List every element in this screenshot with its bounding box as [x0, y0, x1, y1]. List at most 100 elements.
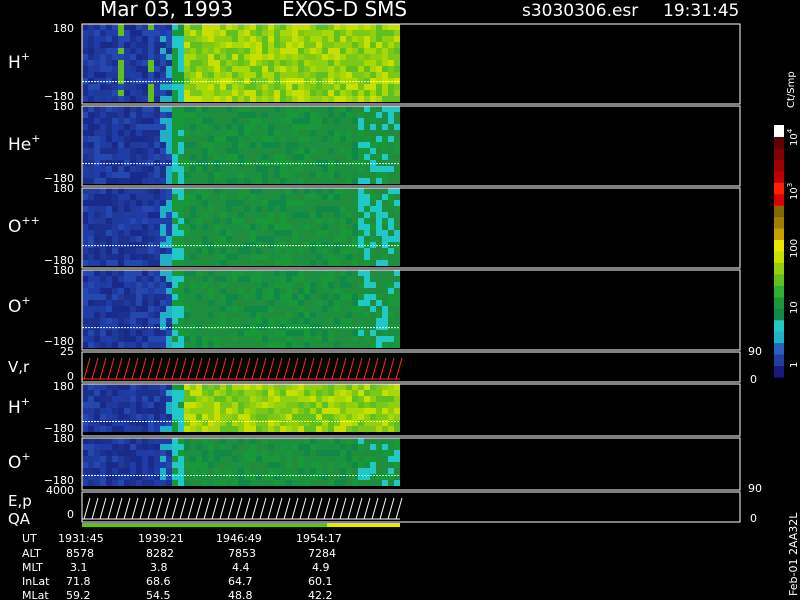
heatmap-cell — [124, 154, 130, 160]
heatmap-cell — [238, 402, 244, 408]
heatmap-cell — [82, 90, 88, 96]
heatmap-cell — [292, 336, 298, 342]
heatmap-cell — [382, 236, 388, 242]
heatmap-cell — [94, 300, 100, 306]
heatmap-cell — [232, 306, 238, 312]
heatmap-cell — [208, 474, 214, 480]
heatmap-cell — [268, 212, 274, 218]
heatmap-cell — [94, 462, 100, 468]
heatmap-cell — [136, 148, 142, 154]
heatmap-cell — [154, 118, 160, 124]
heatmap-cell — [286, 336, 292, 342]
heatmap-cell — [142, 178, 148, 184]
heatmap-cell — [136, 242, 142, 248]
heatmap-cell — [94, 294, 100, 300]
heatmap-cell — [112, 438, 118, 444]
heatmap-cell — [190, 148, 196, 154]
heatmap-cell — [142, 54, 148, 60]
heatmap-cell — [184, 148, 190, 154]
heatmap-cell — [166, 248, 172, 254]
ephem-value: 7853 — [228, 547, 256, 560]
heatmap-cell — [118, 288, 124, 294]
heatmap-cell — [334, 148, 340, 154]
heatmap-cell — [352, 342, 358, 348]
heatmap-cell — [388, 142, 394, 148]
heatmap-cell — [370, 230, 376, 236]
heatmap-cell — [376, 178, 382, 184]
heatmap-cell — [214, 136, 220, 142]
heatmap-cell — [238, 426, 244, 432]
heatmap-cell — [160, 66, 166, 72]
heatmap-cell — [226, 106, 232, 112]
heatmap-cell — [376, 42, 382, 48]
heatmap-cell — [172, 230, 178, 236]
heatmap-cell — [394, 178, 400, 184]
heatmap-cell — [94, 236, 100, 242]
heatmap-cell — [100, 36, 106, 42]
heatmap-cell — [292, 124, 298, 130]
heatmap-cell — [88, 248, 94, 254]
heatmap-cell — [364, 224, 370, 230]
heatmap-cell — [388, 480, 394, 486]
heatmap-cell — [280, 200, 286, 206]
heatmap-cell — [370, 118, 376, 124]
heatmap-cell — [370, 112, 376, 118]
heatmap-cell — [280, 96, 286, 102]
heatmap-cell — [304, 188, 310, 194]
heatmap-cell — [250, 294, 256, 300]
heatmap-cell — [100, 60, 106, 66]
header-time: 19:31:45 — [663, 1, 739, 21]
heatmap-cell — [232, 36, 238, 42]
heatmap-cell — [346, 60, 352, 66]
heatmap-cell — [358, 282, 364, 288]
heatmap-cell — [376, 462, 382, 468]
heatmap-cell — [214, 106, 220, 112]
heatmap-cell — [130, 194, 136, 200]
heatmap-cell — [220, 324, 226, 330]
heatmap-cell — [370, 160, 376, 166]
heatmap-cell — [298, 270, 304, 276]
heatmap-cell — [166, 30, 172, 36]
heatmap-cell — [382, 224, 388, 230]
heatmap-cell — [124, 224, 130, 230]
heatmap-cell — [106, 24, 112, 30]
heatmap-cell — [238, 124, 244, 130]
heatmap-cell — [160, 160, 166, 166]
heatmap-cell — [196, 318, 202, 324]
heatmap-cell — [286, 106, 292, 112]
heatmap-cell — [208, 480, 214, 486]
heatmap-cell — [244, 218, 250, 224]
heatmap-cell — [268, 178, 274, 184]
heatmap-cell — [166, 444, 172, 450]
heatmap-cell — [190, 336, 196, 342]
heatmap-cell — [388, 60, 394, 66]
heatmap-cell — [238, 188, 244, 194]
heatmap-cell — [292, 160, 298, 166]
heatmap-cell — [328, 42, 334, 48]
heatmap-cell — [148, 160, 154, 166]
heatmap-cell — [310, 300, 316, 306]
heatmap-cell — [346, 194, 352, 200]
heatmap-cell — [280, 330, 286, 336]
heatmap-cell — [142, 84, 148, 90]
heatmap-cell — [190, 72, 196, 78]
heatmap-cell — [142, 300, 148, 306]
heatmap-cell — [130, 160, 136, 166]
heatmap-cell — [190, 48, 196, 54]
heatmap-cell — [340, 342, 346, 348]
heatmap-cell — [370, 54, 376, 60]
heatmap-cell — [166, 456, 172, 462]
heatmap-cell — [382, 248, 388, 254]
heatmap-cell — [184, 242, 190, 248]
heatmap-cell — [286, 90, 292, 96]
heatmap-cell — [208, 384, 214, 390]
heatmap-cell — [172, 72, 178, 78]
heatmap-cell — [220, 438, 226, 444]
heatmap-cell — [298, 420, 304, 426]
heatmap-cell — [232, 330, 238, 336]
heatmap-cell — [172, 468, 178, 474]
heatmap-cell — [286, 396, 292, 402]
heatmap-cell — [316, 224, 322, 230]
heatmap-cell — [130, 96, 136, 102]
heatmap-cell — [388, 96, 394, 102]
